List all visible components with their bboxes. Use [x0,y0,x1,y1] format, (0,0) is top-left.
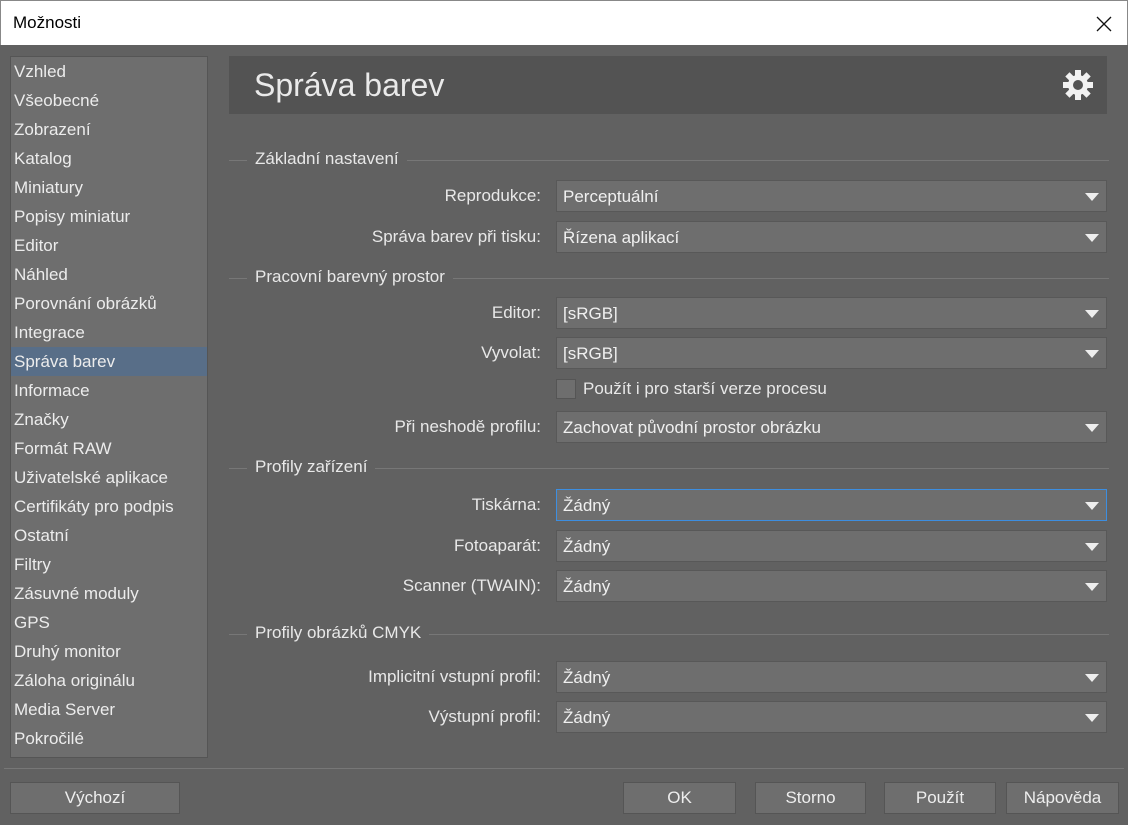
sidebar-item[interactable]: GPS [11,608,207,637]
default-button[interactable]: Výchozí [10,782,180,814]
help-button[interactable]: Nápověda [1006,782,1119,814]
editor-label: Editor: [491,303,541,322]
sidebar-item[interactable]: Zobrazení [11,115,207,144]
sidebar-item[interactable]: Popisy miniatur [11,202,207,231]
scanner-label: Scanner (TWAIN): [402,576,541,595]
reproduction-label: Reprodukce: [444,186,541,205]
mismatch-dropdown[interactable]: Zachovat původní prostor obrázku [556,411,1107,443]
editor-dropdown[interactable]: [sRGB] [556,297,1107,329]
sidebar-item[interactable]: Media Server [11,695,207,724]
camera-dropdown[interactable]: Žádný [556,530,1107,562]
close-icon [1096,16,1112,31]
chevron-down-icon [1085,714,1099,722]
camera-label: Fotoaparát: [454,536,541,555]
apply-button[interactable]: Použít [884,782,996,814]
chevron-down-icon [1085,424,1099,432]
sidebar-item[interactable]: Záloha originálu [11,666,207,695]
sidebar-item[interactable]: Pokročilé [11,724,207,753]
sidebar-item[interactable]: Integrace [11,318,207,347]
sidebar-item[interactable]: Značky [11,405,207,434]
input-dropdown[interactable]: Žádný [556,661,1107,693]
dropdown-value: Žádný [563,577,611,596]
develop-dropdown[interactable]: [sRGB] [556,337,1107,369]
dropdown-value: Žádný [563,537,611,556]
dropdown-value: Žádný [563,708,611,727]
chevron-down-icon [1085,543,1099,551]
chevron-down-icon [1085,583,1099,591]
close-button[interactable] [1081,1,1127,46]
gear-icon [1062,69,1094,101]
group-working: Pracovní barevný prostor [229,267,1109,287]
dropdown-value: Perceptuální [563,187,659,206]
sidebar-item[interactable]: Formát RAW [11,434,207,463]
sidebar-item[interactable]: Náhled [11,260,207,289]
chevron-down-icon [1085,234,1099,242]
cancel-button[interactable]: Storno [755,782,866,814]
sidebar-item[interactable]: Certifikáty pro podpis [11,492,207,521]
sidebar-item[interactable]: Vzhled [11,57,207,86]
printer-dropdown[interactable]: Žádný [556,489,1107,521]
scanner-dropdown[interactable]: Žádný [556,570,1107,602]
group-basic: Základní nastavení [229,149,1109,169]
chevron-down-icon [1085,193,1099,201]
print-dropdown[interactable]: Řízena aplikací [556,221,1107,253]
dropdown-value: [sRGB] [563,344,618,363]
sidebar: Vzhled Všeobecné Zobrazení Katalog Miniatury… [10,56,208,758]
group-title: Profily zařízení [247,457,376,477]
window-title: Možnosti [13,13,82,32]
reproduction-dropdown[interactable]: Perceptuální [556,180,1107,212]
ok-button[interactable]: OK [623,782,736,814]
sidebar-item[interactable]: Porovnání obrázků [11,289,207,318]
legacy-process-label: Použít i pro starší verze procesu [583,379,827,398]
chevron-down-icon [1085,502,1099,510]
mismatch-label: Při neshodě profilu: [394,417,541,436]
page-header: Správa barev [229,56,1107,114]
develop-label: Vyvolat: [481,343,541,362]
print-label: Správa barev při tisku: [371,227,541,246]
divider [4,768,1124,769]
group-title: Pracovní barevný prostor [247,267,453,287]
title-bar: Možnosti [0,0,1128,45]
input-label: Implicitní vstupní profil: [368,667,541,686]
output-dropdown[interactable]: Žádný [556,701,1107,733]
sidebar-item[interactable]: Ostatní [11,521,207,550]
page-title: Správa barev [254,67,445,103]
output-label: Výstupní profil: [428,707,541,726]
sidebar-item[interactable]: Druhý monitor [11,637,207,666]
sidebar-item[interactable]: Zásuvné moduly [11,579,207,608]
chevron-down-icon [1085,310,1099,318]
legacy-process-checkbox[interactable] [556,379,576,399]
chevron-down-icon [1085,350,1099,358]
dropdown-value: Žádný [563,668,611,687]
chevron-down-icon [1085,674,1099,682]
sidebar-item[interactable]: Všeobecné [11,86,207,115]
group-cmyk: Profily obrázků CMYK [229,623,1109,643]
sidebar-item[interactable]: Správa barev [11,347,207,376]
sidebar-item[interactable]: Miniatury [11,173,207,202]
dropdown-value: Žádný [563,496,611,515]
sidebar-item[interactable]: Editor [11,231,207,260]
group-title: Profily obrázků CMYK [247,623,430,643]
sidebar-item[interactable]: Uživatelské aplikace [11,463,207,492]
sidebar-item[interactable]: Katalog [11,144,207,173]
group-title: Základní nastavení [247,149,407,169]
dropdown-value: [sRGB] [563,304,618,323]
printer-label: Tiskárna: [471,495,541,514]
dropdown-value: Řízena aplikací [563,228,680,247]
sidebar-item[interactable]: Filtry [11,550,207,579]
sidebar-item[interactable]: Informace [11,376,207,405]
group-devices: Profily zařízení [229,457,1109,477]
dropdown-value: Zachovat původní prostor obrázku [563,418,821,437]
